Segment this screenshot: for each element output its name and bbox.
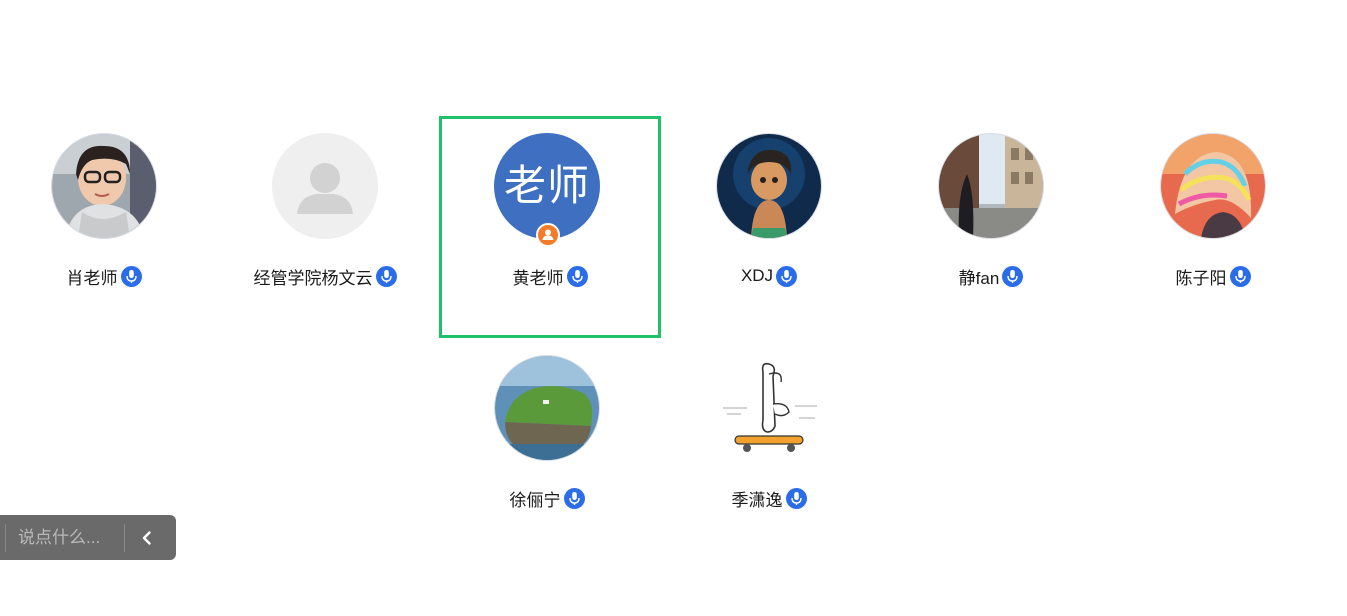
participant-name: 黄老师: [512, 268, 564, 288]
mic-icon[interactable]: [776, 265, 798, 287]
participant-name: 肖老师: [66, 268, 118, 288]
collapse-button[interactable]: [125, 515, 169, 560]
photo-woman-glasses-icon: [51, 133, 157, 239]
participant-name-row: 静fan: [881, 264, 1101, 288]
participant-name-row: 黄老师: [439, 264, 661, 288]
mic-icon[interactable]: [566, 265, 588, 287]
participant-name: 陈子阳: [1175, 268, 1227, 288]
participant-name: 静fan: [958, 268, 1000, 288]
street-photo-icon: [938, 133, 1044, 239]
mic-icon[interactable]: [785, 487, 807, 509]
participant-name-row: 肖老师: [0, 264, 214, 288]
chevron-left-icon: [142, 530, 151, 545]
mic-icon[interactable]: [120, 265, 142, 287]
participant-tile[interactable]: 经管学院杨文云: [215, 116, 435, 336]
participant-name-row: XDJ: [659, 264, 879, 288]
colorful-hair-photo-icon: [1160, 133, 1266, 239]
skateboard-sketch-icon: [716, 355, 822, 461]
cartoon-boy-icon: [716, 133, 822, 239]
participant-tile[interactable]: 静fan: [881, 116, 1101, 336]
host-person-icon: [536, 223, 560, 247]
mic-icon[interactable]: [375, 265, 397, 287]
participant-gallery: 肖老师 经管学院杨文云 老师 黄老师 XDJ 静fan 陈子阳 徐俪宁 季潇逸 …: [0, 0, 1347, 616]
participant-name-row: 季潇逸: [659, 486, 879, 510]
participant-tile[interactable]: 徐俪宁: [437, 338, 657, 558]
participant-name-row: 徐俪宁: [437, 486, 657, 510]
participant-tile[interactable]: 季潇逸: [659, 338, 879, 558]
participant-name-row: 经管学院杨文云: [215, 264, 435, 288]
participant-tile[interactable]: XDJ: [659, 116, 879, 336]
mic-icon[interactable]: [1002, 265, 1024, 287]
chat-bar: [0, 515, 176, 560]
default-user-icon: [272, 133, 378, 239]
participant-name: 季潇逸: [731, 490, 783, 510]
island-photo-icon: [494, 355, 600, 461]
participant-tile[interactable]: 陈子阳: [1103, 116, 1323, 336]
participant-name: XDJ: [740, 266, 774, 285]
participant-tile-active[interactable]: 老师 黄老师: [439, 116, 661, 338]
participant-name: 经管学院杨文云: [253, 268, 373, 288]
participant-name: 徐俪宁: [509, 490, 561, 510]
mic-icon[interactable]: [1229, 265, 1251, 287]
participant-tile[interactable]: 肖老师: [0, 116, 214, 336]
mic-icon[interactable]: [563, 487, 585, 509]
participant-name-row: 陈子阳: [1103, 264, 1323, 288]
chat-input[interactable]: [6, 515, 124, 560]
